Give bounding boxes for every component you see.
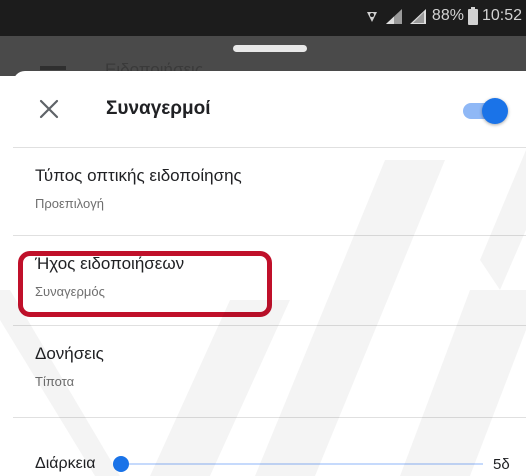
setting-vibration[interactable]: Δονήσεις Τίποτα <box>13 325 526 413</box>
setting-notification-sound[interactable]: Ήχος ειδοποιήσεων Συναγερμός <box>13 235 526 323</box>
notification-category-sheet: Συναγερμοί Τύπος οπτικής ειδοποίησης Προ… <box>13 71 526 476</box>
signal-icon <box>409 9 426 24</box>
setting-title: Τύπος οπτικής ειδοποίησης <box>35 166 242 185</box>
slider-rail <box>121 463 483 465</box>
battery-percent: 88% <box>431 7 464 24</box>
divider <box>13 417 526 418</box>
status-icons: 88% 10:52 <box>364 7 522 25</box>
setting-visual-notification-type[interactable]: Τύπος οπτικής ειδοποίησης Προεπιλογή <box>13 147 526 235</box>
toggle-knob <box>482 98 508 124</box>
close-icon[interactable] <box>38 98 60 120</box>
sheet-drag-handle[interactable] <box>233 45 307 52</box>
status-bar: 88% 10:52 <box>0 0 526 36</box>
setting-value: Προεπιλογή <box>35 196 104 211</box>
alarms-toggle[interactable] <box>459 98 509 124</box>
duration-label: Διάρκεια <box>35 455 96 472</box>
slider-thumb[interactable] <box>113 456 129 472</box>
battery-icon <box>467 7 478 25</box>
duration-value: 5δ <box>493 456 510 473</box>
sheet-header: Συναγερμοί <box>13 71 526 147</box>
vpn-key-icon <box>366 12 377 22</box>
signal-icon <box>385 9 402 24</box>
setting-title: Ήχος ειδοποιήσεων <box>35 254 185 273</box>
setting-value: Συναγερμός <box>35 284 105 299</box>
menu-icon <box>40 66 66 70</box>
setting-value: Τίποτα <box>35 374 75 389</box>
dimmed-background-screen: Ειδοποιήσεις <box>0 36 526 76</box>
duration-slider[interactable] <box>113 454 483 474</box>
sheet-title: Συναγερμοί <box>106 98 211 119</box>
clock: 10:52 <box>481 7 522 24</box>
setting-title: Δονήσεις <box>35 344 104 363</box>
